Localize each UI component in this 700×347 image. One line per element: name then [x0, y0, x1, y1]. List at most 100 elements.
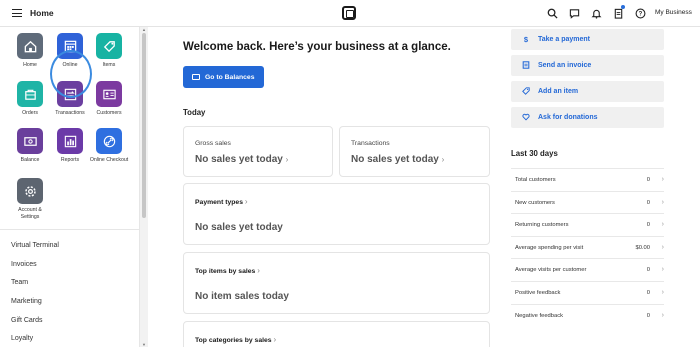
card-label: Top categories by sales ›	[195, 335, 277, 344]
stat-row-negative-feedback[interactable]: Negative feedback 0 ›	[511, 304, 664, 326]
stat-value: 0	[646, 199, 650, 206]
business-name-button[interactable]: My Business	[655, 9, 692, 16]
invoice-icon	[521, 60, 531, 71]
go-to-balances-button[interactable]: Go to Balances	[183, 66, 264, 88]
messages-icon[interactable]	[568, 7, 580, 19]
sidebar-link-gift-cards[interactable]: Gift Cards	[11, 317, 43, 324]
help-icon[interactable]: ?	[634, 7, 646, 19]
app-tile-account-settings[interactable]: Account & Settings	[10, 178, 50, 220]
app-label: Customers	[96, 110, 122, 116]
link-icon	[96, 128, 122, 154]
chevron-right-icon: ›	[661, 312, 664, 319]
card-value: No sales yet today	[195, 222, 283, 233]
stat-row-positive-feedback[interactable]: Positive feedback 0 ›	[511, 281, 664, 303]
menu-icon[interactable]	[12, 9, 22, 17]
square-logo-icon[interactable]	[342, 6, 356, 20]
stat-row-returning-customers[interactable]: Returning customers 0 ›	[511, 213, 664, 235]
add-item-button[interactable]: Add an item	[511, 81, 664, 102]
app-tile-home[interactable]: Home	[10, 33, 50, 69]
gross-sales-card[interactable]: Gross sales No sales yet today ›	[183, 126, 333, 177]
sidebar-link-marketing[interactable]: Marketing	[11, 298, 42, 305]
app-label: Home	[23, 62, 37, 68]
search-icon[interactable]	[546, 7, 558, 19]
stat-row-avg-spending[interactable]: Average spending per visit $0.00 ›	[511, 236, 664, 258]
sidebar: Home Online Items Orders Transactions Cu…	[0, 27, 140, 347]
action-label: Take a payment	[538, 36, 591, 43]
stat-label: Returning customers	[515, 221, 569, 228]
action-label: Ask for donations	[538, 114, 598, 121]
chevron-right-icon: ›	[257, 266, 260, 275]
sidebar-link-virtual-terminal[interactable]: Virtual Terminal	[11, 242, 59, 249]
tag-icon	[521, 86, 531, 97]
ask-donations-button[interactable]: Ask for donations	[511, 107, 664, 128]
stat-label: Total customers	[515, 176, 556, 183]
top-categories-card[interactable]: Top categories by sales ›	[183, 321, 490, 347]
sidebar-link-loyalty[interactable]: Loyalty	[11, 335, 33, 342]
sidebar-link-invoices[interactable]: Invoices	[11, 261, 37, 268]
sidebar-scrollbar[interactable]: ▲ ▼	[140, 27, 148, 347]
today-heading: Today	[183, 108, 206, 117]
tag-icon	[96, 33, 122, 59]
stat-label: New customers	[515, 199, 555, 206]
balance-icon	[192, 74, 200, 80]
stat-label: Negative feedback	[515, 312, 564, 319]
app-tile-balance[interactable]: Balance	[10, 128, 50, 164]
top-bar: Home ? My Business	[0, 0, 700, 27]
stat-label: Positive feedback	[515, 289, 561, 296]
highlight-ring	[50, 50, 92, 98]
stat-value: 0	[646, 176, 650, 183]
stat-value: $0.00	[635, 244, 650, 251]
app-tile-online-checkout[interactable]: Online Checkout	[89, 128, 129, 164]
sidebar-link-team[interactable]: Team	[11, 279, 28, 286]
take-payment-button[interactable]: $ Take a payment	[511, 29, 664, 50]
customers-icon	[96, 81, 122, 107]
stat-label: Average spending per visit	[515, 244, 584, 251]
last-30-days-heading: Last 30 days	[511, 149, 558, 158]
app-tile-items[interactable]: Items	[89, 33, 129, 69]
app-label: Orders	[22, 110, 38, 116]
scrollbar-thumb[interactable]	[142, 33, 146, 218]
welcome-heading: Welcome back. Here’s your business at a …	[183, 41, 451, 53]
app-label: Transactions	[55, 110, 85, 116]
action-label: Send an invoice	[538, 62, 592, 69]
balance-icon	[17, 128, 43, 154]
app-tile-customers[interactable]: Customers	[89, 81, 129, 117]
stat-value: 0	[646, 289, 650, 296]
stat-row-total-customers[interactable]: Total customers 0 ›	[511, 168, 664, 190]
right-panel: $ Take a payment Send an invoice Add an …	[500, 27, 700, 347]
dollar-icon: $	[523, 35, 529, 44]
orders-icon	[17, 81, 43, 107]
card-label: Gross sales	[195, 140, 231, 147]
app-label: Reports	[60, 157, 80, 163]
card-label: Top items by sales ›	[195, 266, 260, 275]
app-tile-orders[interactable]: Orders	[10, 81, 50, 117]
home-icon	[17, 33, 43, 59]
card-label: Transactions	[351, 140, 390, 147]
button-label: Go to Balances	[205, 73, 255, 81]
chevron-right-icon: ›	[661, 199, 664, 206]
app-label: Account & Settings	[18, 207, 42, 220]
chevron-right-icon: ›	[661, 221, 664, 228]
scroll-down-arrow-icon[interactable]: ▼	[142, 342, 146, 347]
main-content: Welcome back. Here’s your business at a …	[150, 27, 500, 347]
app-label: Online Checkout	[89, 157, 129, 163]
stat-row-new-customers[interactable]: New customers 0 ›	[511, 191, 664, 213]
stat-row-avg-visits[interactable]: Average visits per customer 0 ›	[511, 258, 664, 280]
payment-types-card[interactable]: Payment types › No sales yet today	[183, 183, 490, 245]
app-tile-reports[interactable]: Reports	[50, 128, 90, 164]
chevron-right-icon: ›	[273, 335, 277, 344]
chevron-right-icon: ›	[441, 155, 445, 164]
app-label: Balance	[20, 157, 40, 163]
svg-text:?: ?	[638, 11, 642, 17]
card-value: No item sales today	[195, 291, 289, 302]
clipboard-icon[interactable]	[612, 5, 625, 19]
card-label: Payment types ›	[195, 197, 248, 206]
send-invoice-button[interactable]: Send an invoice	[511, 55, 664, 76]
bell-icon[interactable]	[590, 7, 602, 19]
chevron-right-icon: ›	[661, 289, 664, 296]
transactions-card[interactable]: Transactions No sales yet today ›	[339, 126, 490, 177]
scroll-up-arrow-icon[interactable]: ▲	[142, 27, 146, 32]
top-items-card[interactable]: Top items by sales › No item sales today	[183, 252, 490, 314]
stat-label: Average visits per customer	[515, 266, 587, 273]
app-label: Items	[102, 62, 116, 68]
